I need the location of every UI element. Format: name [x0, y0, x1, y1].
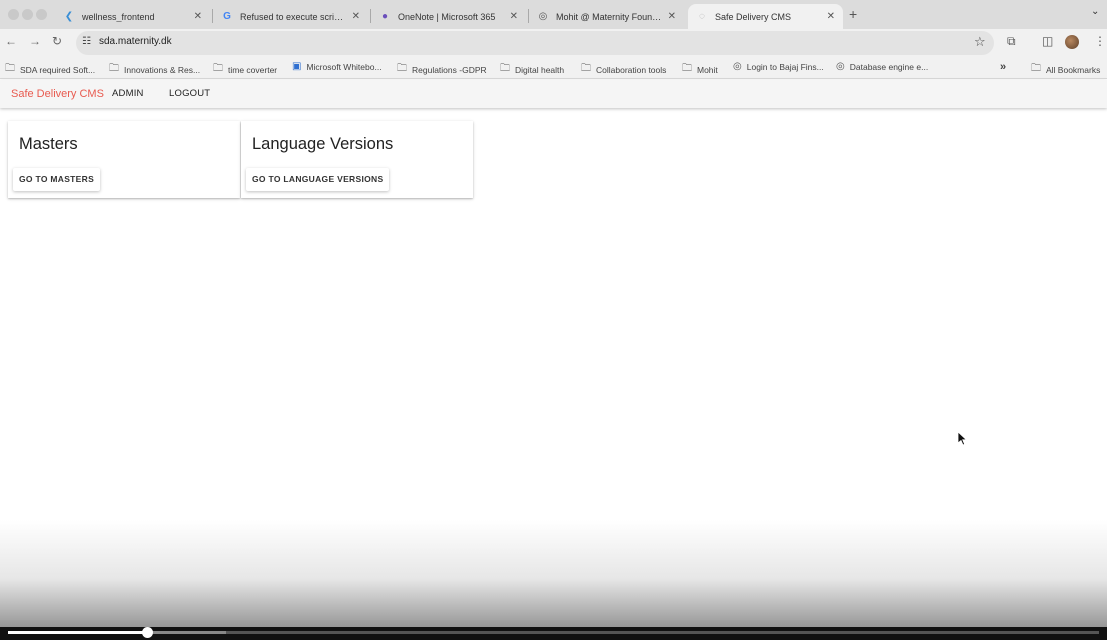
nav-admin-link[interactable]: ADMIN	[112, 88, 144, 99]
video-progress-track[interactable]	[8, 627, 1099, 638]
close-icon[interactable]: ✕	[194, 11, 202, 22]
folder-icon: 🗀	[500, 63, 510, 74]
video-played-bar	[8, 631, 147, 634]
language-versions-card: Language Versions GO TO LANGUAGE VERSION…	[241, 121, 473, 198]
card-title: Masters	[19, 135, 78, 153]
site-settings-icon[interactable]: ☷	[82, 36, 91, 47]
bookmark-label: time coverter	[228, 64, 278, 75]
globe-icon: ◎	[836, 61, 845, 72]
globe-icon: ◎	[538, 11, 548, 22]
globe-icon: ◎	[733, 61, 742, 72]
folder-icon: 🗀	[213, 63, 223, 74]
go-to-masters-button[interactable]: GO TO MASTERS	[13, 168, 101, 191]
video-controls-bar	[0, 627, 1107, 640]
bookmark-item[interactable]: 🗀 Collaboration tools	[581, 61, 666, 78]
video-overlay-gradient	[0, 520, 1107, 627]
new-tab-icon[interactable]: +	[849, 6, 857, 22]
bookmark-label: Microsoft Whitebo...	[306, 61, 382, 72]
card-title: Language Versions	[252, 135, 394, 153]
forward-arrow-icon[interactable]: →	[29, 34, 41, 48]
nav-logout-link[interactable]: LOGOUT	[169, 88, 210, 99]
folder-icon: 🗀	[1031, 63, 1041, 74]
go-to-language-versions-button[interactable]: GO TO LANGUAGE VERSIONS	[246, 168, 390, 191]
tab-label: Refused to execute script wi	[240, 11, 346, 22]
folder-icon: 🗀	[397, 63, 407, 74]
bookmark-item[interactable]: ▣ Microsoft Whitebo...	[292, 61, 382, 72]
bookmark-label: Digital health	[515, 64, 565, 75]
video-scrubber-handle[interactable]	[141, 627, 153, 638]
bookmark-star-icon[interactable]: ☆	[974, 34, 986, 50]
browser-toolbar: ← → ↻ ☷ sda.maternity.dk ☆ ⧉ ◫ ⋮	[0, 29, 1107, 56]
close-icon[interactable]: ✕	[827, 11, 835, 22]
bookmark-item[interactable]: ◎ Login to Bajaj Fins...	[733, 61, 824, 72]
flutter-icon: ❮	[64, 11, 74, 22]
cms-app-bar: Safe Delivery CMS ADMIN LOGOUT	[0, 80, 1107, 108]
tab-wellness-frontend[interactable]: ❮ wellness_frontend ✕	[55, 4, 210, 29]
tab-label: OneNote | Microsoft 365	[398, 11, 496, 22]
loading-icon: ◌	[699, 11, 705, 22]
browser-tab-strip: ❮ wellness_frontend ✕ G Refused to execu…	[0, 0, 1107, 29]
screen: ❮ wellness_frontend ✕ G Refused to execu…	[0, 0, 1107, 640]
kebab-menu-icon[interactable]: ⋮	[1094, 34, 1106, 48]
google-icon: G	[223, 11, 231, 22]
tab-label: wellness_frontend	[82, 11, 155, 22]
all-bookmarks-button[interactable]: 🗀 All Bookmarks	[1031, 61, 1100, 78]
tab-label: Mohit @ Maternity Foundatio	[556, 11, 662, 22]
tab-label: Safe Delivery CMS	[715, 11, 792, 22]
profile-avatar[interactable]	[1065, 35, 1079, 49]
brand-link[interactable]: Safe Delivery CMS	[11, 88, 104, 100]
bookmark-label: Regulations -GDPR	[412, 64, 487, 75]
bookmark-item[interactable]: 🗀 Mohit	[682, 61, 718, 78]
bookmark-item[interactable]: 🗀 Regulations -GDPR	[397, 61, 487, 78]
masters-card: Masters GO TO MASTERS	[8, 121, 240, 198]
bookmark-label: Collaboration tools	[596, 64, 667, 75]
extensions-icon[interactable]: ⧉	[1007, 34, 1016, 49]
more-bookmarks-icon[interactable]: »	[1000, 61, 1006, 73]
folder-icon: 🗀	[682, 63, 692, 74]
bookmark-item[interactable]: 🗀 Innovations & Res...	[109, 61, 200, 78]
whiteboard-icon: ▣	[292, 61, 302, 72]
bookmark-label: Mohit	[697, 64, 718, 75]
bookmark-label: Innovations & Res...	[124, 64, 201, 75]
window-minimize-dot[interactable]	[22, 9, 33, 20]
folder-icon: 🗀	[5, 63, 15, 74]
close-icon[interactable]: ✕	[668, 11, 676, 22]
tab-search-chevron-icon[interactable]: ⌄	[1091, 6, 1099, 17]
window-maximize-dot[interactable]	[36, 9, 47, 20]
bookmark-label: SDA required Soft...	[20, 64, 96, 75]
bookmark-item[interactable]: 🗀 SDA required Soft...	[5, 61, 95, 78]
bookmarks-bar: 🗀 SDA required Soft... 🗀 Innovations & Res…	[0, 56, 1107, 79]
close-icon[interactable]: ✕	[352, 11, 360, 22]
back-arrow-icon[interactable]: ←	[5, 34, 17, 48]
bookmark-item[interactable]: 🗀 time coverter	[213, 61, 277, 78]
close-icon[interactable]: ✕	[510, 11, 518, 22]
tab-mohit-maternity[interactable]: ◎ Mohit @ Maternity Foundatio ✕	[529, 4, 684, 29]
bookmark-item[interactable]: 🗀 Digital health	[500, 61, 564, 78]
tab-safe-delivery-cms[interactable]: ◌ Safe Delivery CMS ✕	[688, 4, 843, 29]
bookmark-label: Database engine e...	[849, 61, 929, 72]
bookmark-item[interactable]: ◎ Database engine e...	[836, 61, 928, 72]
tab-refused-script[interactable]: G Refused to execute script wi ✕	[213, 4, 368, 29]
bookmark-label: Login to Bajaj Fins...	[746, 61, 824, 72]
all-bookmarks-label: All Bookmarks	[1046, 64, 1101, 75]
reload-icon[interactable]: ↻	[52, 34, 62, 48]
address-bar[interactable]: ☷ sda.maternity.dk ☆	[76, 31, 994, 55]
folder-icon: 🗀	[109, 63, 119, 74]
onenote-icon: ●	[381, 11, 389, 22]
url-text: sda.maternity.dk	[99, 36, 172, 47]
tab-onenote[interactable]: ● OneNote | Microsoft 365 ✕	[371, 4, 526, 29]
side-panel-icon[interactable]: ◫	[1042, 34, 1053, 48]
folder-icon: 🗀	[581, 63, 591, 74]
window-close-dot[interactable]	[8, 9, 19, 20]
